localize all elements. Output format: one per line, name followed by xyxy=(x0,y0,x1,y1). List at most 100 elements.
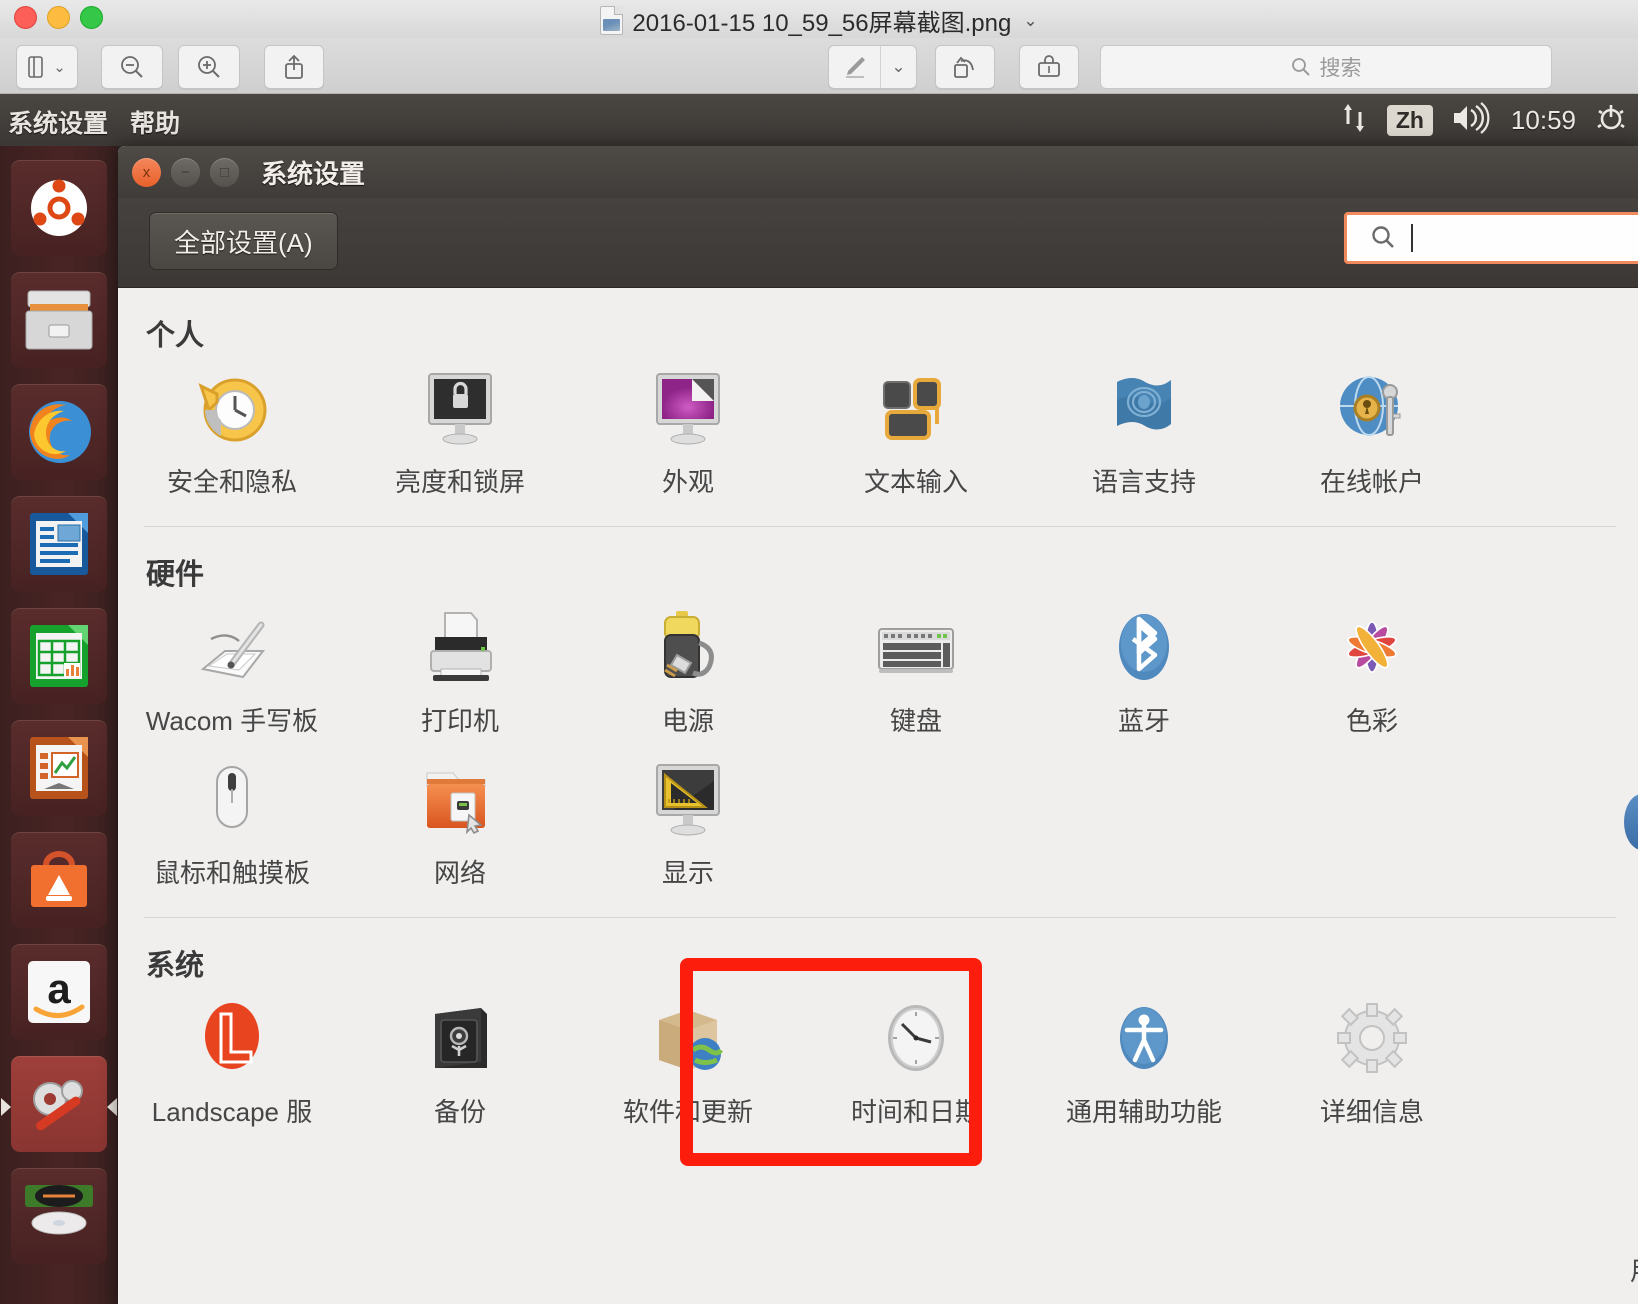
launcher-item-firefox[interactable] xyxy=(11,384,107,480)
preview-window: 2016-01-15 10_59_56屏幕截图.png ⌄ ⌄ ⌄ 搜索 系统设… xyxy=(0,0,1638,1304)
settings-tile-bluetooth[interactable]: 蓝牙 xyxy=(1030,599,1258,751)
text-cursor xyxy=(1411,224,1413,252)
file-manager-icon xyxy=(25,290,93,350)
all-settings-button[interactable]: 全部设置(A) xyxy=(149,212,338,270)
mac-search-field[interactable]: 搜索 xyxy=(1100,45,1552,89)
sidebar-view-button[interactable]: ⌄ xyxy=(16,45,78,89)
settings-tile-mouse-touchpad[interactable]: 鼠标和触摸板 xyxy=(118,751,346,903)
launcher-item-software-center[interactable] xyxy=(11,832,107,928)
menu-help[interactable]: 帮助 xyxy=(130,104,180,140)
search-icon xyxy=(1291,58,1310,76)
settings-tile-keyboard[interactable]: 键盘 xyxy=(802,599,1030,751)
settings-tile-language-support[interactable]: 语言支持 xyxy=(1030,360,1258,512)
settings-tile-power[interactable]: 电源 xyxy=(574,599,802,751)
settings-tile-network[interactable]: 网络 xyxy=(346,751,574,903)
launcher-item-libreoffice-impress[interactable] xyxy=(11,720,107,816)
menu-system-settings[interactable]: 系统设置 xyxy=(8,104,108,140)
settings-tile-backups[interactable]: 备份 xyxy=(346,990,574,1142)
zoom-out-button[interactable] xyxy=(101,45,163,89)
settings-tile-label: 打印机 xyxy=(420,706,499,736)
settings-tile-color[interactable]: 色彩 xyxy=(1258,599,1486,751)
settings-tile-label: 键盘 xyxy=(889,706,942,736)
network-icon[interactable] xyxy=(1339,102,1369,139)
launcher-item-amazon[interactable]: a xyxy=(11,944,107,1040)
launcher-item-libreoffice-writer[interactable] xyxy=(11,496,107,592)
document-file-icon xyxy=(600,6,624,35)
settings-tile-label: 亮度和锁屏 xyxy=(394,467,525,497)
language-indicator[interactable]: Zh xyxy=(1386,104,1433,136)
launcher-item-dash-home[interactable] xyxy=(11,160,107,256)
settings-tile-text-entry[interactable]: 文本输入 xyxy=(802,360,1030,512)
settings-tile-label: 电源 xyxy=(661,706,714,736)
settings-tile-label: 备份 xyxy=(433,1097,486,1127)
window-close-button[interactable]: x xyxy=(132,157,161,187)
markup-dropdown-button[interactable]: ⌄ xyxy=(880,45,917,89)
language-support-icon xyxy=(1099,368,1189,454)
chevron-down-icon[interactable]: ⌄ xyxy=(1023,11,1037,31)
share-button[interactable] xyxy=(264,45,324,89)
settings-tile-security-privacy[interactable]: 安全和隐私 xyxy=(118,360,346,512)
document-title-text: 2016-01-15 10_59_56屏幕截图.png xyxy=(632,10,1012,37)
markup-toolbar-button[interactable] xyxy=(1019,45,1079,89)
text-entry-icon xyxy=(871,368,961,454)
settings-tile-label: 文本输入 xyxy=(863,467,968,497)
settings-tile-universal-access[interactable]: 通用辅助功能 xyxy=(1030,990,1258,1142)
settings-tile-online-accounts[interactable]: 在线帐户 xyxy=(1258,360,1486,512)
appearance-icon xyxy=(643,368,733,454)
settings-tile-printer[interactable]: 打印机 xyxy=(346,599,574,751)
launcher-item-disc-media[interactable] xyxy=(11,1168,107,1264)
settings-search-input[interactable] xyxy=(1344,212,1638,264)
bluetooth-icon xyxy=(1099,607,1189,693)
mac-search-placeholder: 搜索 xyxy=(1319,57,1362,80)
software-center-icon xyxy=(31,851,87,907)
section-grid-personal: 安全和隐私 亮度和锁屏 外观 文本输入 语言支持 在线帐户 xyxy=(118,360,1638,512)
settings-tile-landscape[interactable]: Landscape 服 xyxy=(118,990,346,1142)
launcher-item-files[interactable] xyxy=(11,272,107,368)
details-gear-icon xyxy=(1327,998,1417,1084)
zoom-in-button[interactable] xyxy=(178,45,240,89)
mac-titlebar: 2016-01-15 10_59_56屏幕截图.png ⌄ xyxy=(0,0,1638,38)
launcher-item-libreoffice-calc[interactable] xyxy=(11,608,107,704)
writer-icon xyxy=(30,513,88,575)
online-accounts-icon xyxy=(1327,368,1417,454)
settings-tile-time-date[interactable]: 时间和日期 xyxy=(802,990,1030,1142)
settings-tile-label: 时间和日期 xyxy=(850,1097,981,1127)
rotate-button[interactable] xyxy=(935,45,995,89)
settings-tile-label: 网络 xyxy=(433,858,486,888)
software-updates-icon xyxy=(643,998,733,1084)
system-settings-icon xyxy=(33,1080,83,1131)
ubuntu-desktop: 系统设置 帮助 Zh 10:59 a x − □ 系统设置 全部设置(A) 个人… xyxy=(0,94,1638,1304)
settings-tile-label: 色彩 xyxy=(1345,706,1398,736)
volume-icon[interactable] xyxy=(1451,101,1493,139)
settings-tile-label: 软件和更新 xyxy=(622,1097,753,1127)
settings-tile-label: 在线帐户 xyxy=(1319,467,1424,497)
window-maximize-button[interactable]: □ xyxy=(210,157,239,187)
firefox-icon xyxy=(29,401,91,463)
time-date-icon xyxy=(871,998,961,1084)
launcher-item-system-settings[interactable] xyxy=(1,1056,117,1152)
power-gear-icon[interactable] xyxy=(1594,101,1628,140)
backups-icon xyxy=(415,998,505,1084)
calc-icon xyxy=(30,625,88,687)
chevron-down-icon[interactable]: ⌄ xyxy=(53,58,66,76)
settings-tile-label: 蓝牙 xyxy=(1117,706,1170,736)
section-grid-hardware: Wacom 手写板 打印机 电源 键盘 蓝牙 色彩 鼠标和触摸板 网络 显示 xyxy=(118,599,1638,903)
security-privacy-icon xyxy=(187,368,277,454)
settings-tile-details[interactable]: 详细信息 xyxy=(1258,990,1486,1142)
settings-tile-brightness-lock[interactable]: 亮度和锁屏 xyxy=(346,360,574,512)
document-title-group: 2016-01-15 10_59_56屏幕截图.png ⌄ xyxy=(0,3,1638,38)
mouse-touchpad-icon xyxy=(187,759,277,845)
settings-tile-displays[interactable]: 显示 xyxy=(574,751,802,903)
clipped-tile-label: 用 xyxy=(1630,1251,1638,1288)
wacom-tablet-icon xyxy=(187,607,277,693)
settings-content: 个人 安全和隐私 亮度和锁屏 外观 文本输入 语言支持 在线帐户 硬件 Waco… xyxy=(118,288,1638,1304)
settings-tile-appearance[interactable]: 外观 xyxy=(574,360,802,512)
chevron-down-icon[interactable]: ⌄ xyxy=(891,57,905,77)
clock-indicator[interactable]: 10:59 xyxy=(1511,105,1576,136)
settings-tile-software-updates[interactable]: 软件和更新 xyxy=(574,990,802,1142)
settings-tile-label: Landscape 服 xyxy=(151,1097,313,1127)
unity-top-panel: 系统设置 帮助 Zh 10:59 xyxy=(0,94,1638,146)
markup-button[interactable] xyxy=(828,45,880,89)
settings-tile-wacom-tablet[interactable]: Wacom 手写板 xyxy=(118,599,346,751)
window-minimize-button[interactable]: − xyxy=(171,157,200,187)
